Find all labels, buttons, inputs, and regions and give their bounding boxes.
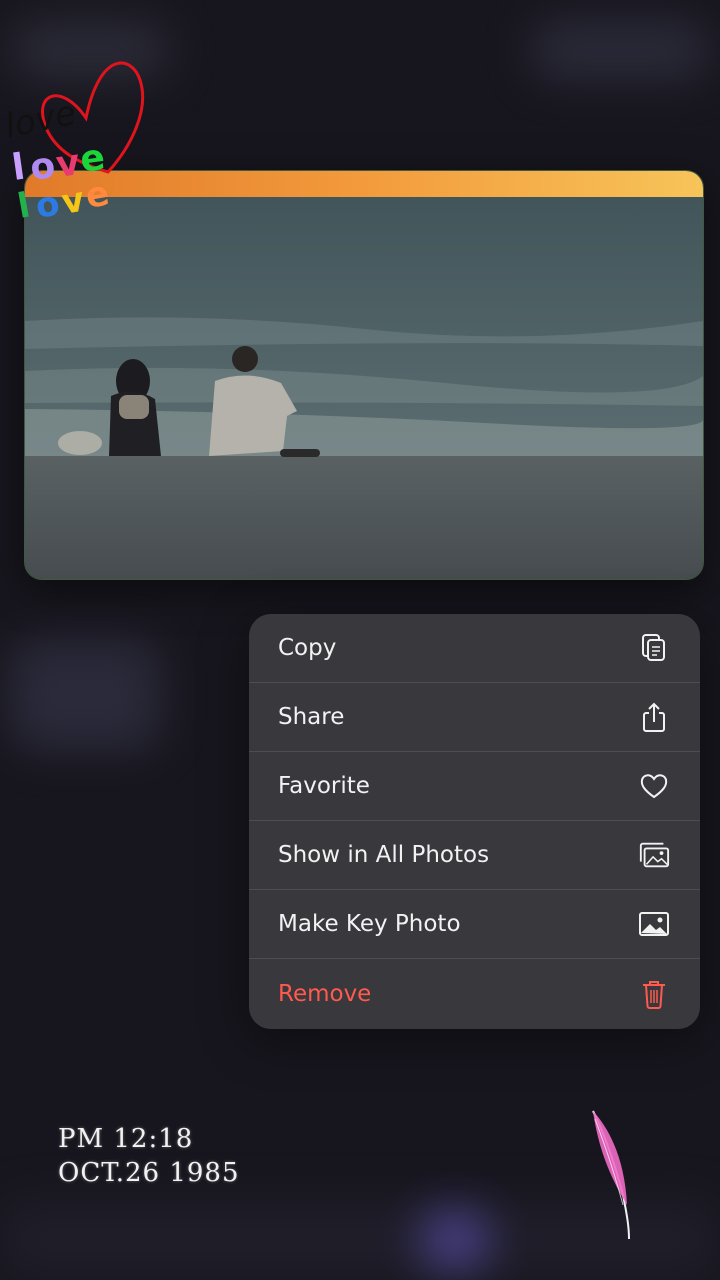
menu-item-copy[interactable]: Copy <box>249 614 700 683</box>
stamp-time: PM 12:18 <box>58 1124 194 1154</box>
menu-item-make-key-photo[interactable]: Make Key Photo <box>249 890 700 959</box>
svg-text:love: love <box>2 93 80 147</box>
feather-sticker <box>592 1110 630 1240</box>
blurred-thumbnail <box>10 640 160 750</box>
menu-item-remove[interactable]: Remove <box>249 959 700 1028</box>
svg-text:o: o <box>33 183 63 226</box>
menu-item-show-in-all-photos[interactable]: Show in All Photos <box>249 821 700 890</box>
heart-icon <box>638 770 670 802</box>
svg-text:v: v <box>59 180 88 223</box>
photos-stack-icon <box>638 839 670 871</box>
svg-text:l: l <box>15 185 33 226</box>
svg-text:e: e <box>83 173 113 216</box>
svg-text:o: o <box>28 145 58 189</box>
svg-text:l: l <box>10 147 28 189</box>
menu-item-favorite[interactable]: Favorite <box>249 752 700 821</box>
photo-icon <box>638 908 670 940</box>
trash-icon <box>638 978 670 1010</box>
share-icon <box>638 701 670 733</box>
blurred-header-right <box>530 20 710 80</box>
stamp-date: OCT.26 1985 <box>58 1158 240 1188</box>
blurred-tab-highlight <box>420 1210 490 1270</box>
copy-icon <box>638 632 670 664</box>
menu-item-label: Make Key Photo <box>278 911 461 937</box>
menu-item-label: Copy <box>278 635 337 661</box>
menu-item-label: Show in All Photos <box>278 842 490 868</box>
menu-item-share[interactable]: Share <box>249 683 700 752</box>
photo-context-menu: Copy Share Favorite Show in All Photos M… <box>249 614 700 1029</box>
menu-item-label: Remove <box>278 980 372 1007</box>
menu-item-label: Favorite <box>278 773 370 799</box>
photo-preview <box>24 170 704 580</box>
date-stamp: PM 12:18 OCT.26 1985 <box>58 1122 240 1190</box>
menu-item-label: Share <box>278 704 345 730</box>
love-doodle-sticker: love l o v e l o v e <box>2 61 145 227</box>
